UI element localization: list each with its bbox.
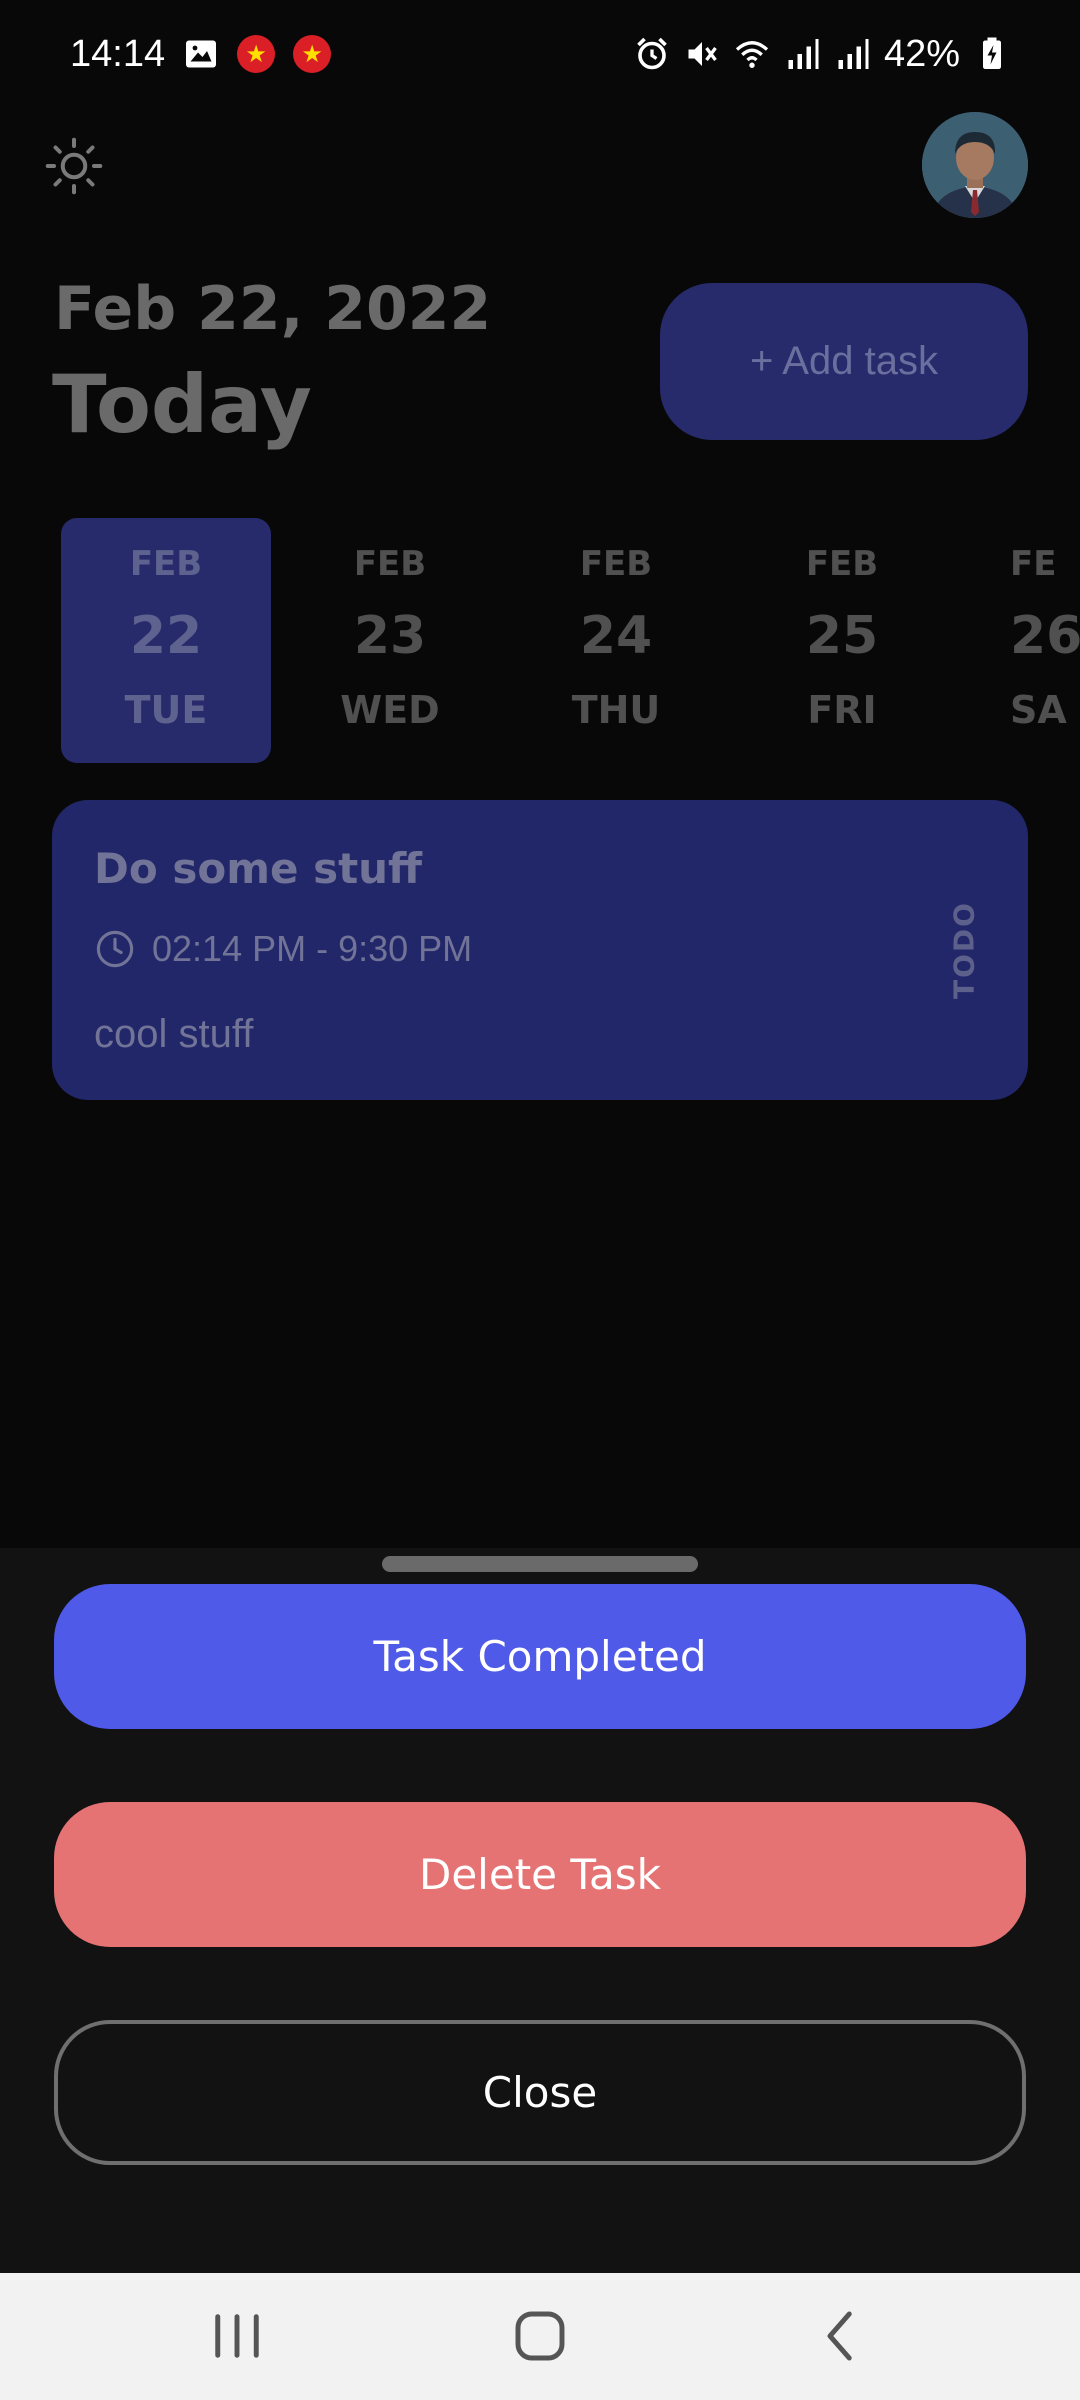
date-weekday: FRI <box>807 688 877 732</box>
back-icon[interactable] <box>806 2303 876 2369</box>
task-actions-sheet: Task Completed Delete Task Close <box>0 1548 1080 2273</box>
task-list-screen: Feb 22, 2022 Today + Add task FEB 22 TUE… <box>0 108 1080 1548</box>
date-cell-partial[interactable]: FE 26 SA <box>1010 518 1080 763</box>
task-status-label: TODO <box>947 901 981 999</box>
clock-icon <box>96 930 134 968</box>
date-month: FEB <box>579 544 653 584</box>
date-day: 26 <box>1010 606 1080 666</box>
date-cell[interactable]: FEB 23 WED <box>285 518 495 763</box>
date-cell[interactable]: FEB 25 FRI <box>737 518 947 763</box>
task-description: cool stuff <box>94 1012 254 1056</box>
date-picker-strip[interactable]: FEB 22 TUE FEB 23 WED FEB 24 THU FEB 25 … <box>0 518 1080 768</box>
mute-icon <box>688 42 717 66</box>
battery-charging-icon <box>983 37 1001 69</box>
task-time-row: 02:14 PM - 9:30 PM <box>94 928 472 970</box>
flag-badge: ★ <box>293 35 332 73</box>
alarm-icon <box>637 37 667 70</box>
add-task-button[interactable]: + Add task <box>660 283 1028 440</box>
sun-icon[interactable] <box>44 136 104 196</box>
date-day: 25 <box>805 606 879 666</box>
date-weekday: THU <box>571 688 661 732</box>
date-weekday: SA <box>1010 688 1067 732</box>
status-bar: 14:14 ★ ★ 42% <box>0 0 1080 108</box>
recent-apps-icon[interactable] <box>202 2303 272 2369</box>
date-day: 22 <box>129 606 203 666</box>
page-title: Today <box>52 358 312 451</box>
task-time: 02:14 PM - 9:30 PM <box>152 928 473 969</box>
image-icon <box>186 40 217 68</box>
avatar[interactable] <box>922 112 1028 218</box>
current-date: Feb 22, 2022 <box>54 274 492 344</box>
date-day: 23 <box>353 606 427 666</box>
sheet-drag-handle[interactable] <box>382 1556 698 1572</box>
signal-icon <box>838 39 869 69</box>
person-avatar-icon <box>922 112 1028 218</box>
wifi-icon <box>735 41 769 68</box>
date-day: 24 <box>579 606 653 666</box>
home-icon[interactable] <box>505 2303 575 2369</box>
date-month: FEB <box>805 544 879 584</box>
task-title: Do some stuff <box>94 844 423 893</box>
date-weekday: TUE <box>124 688 208 732</box>
system-nav-bar <box>0 2273 1080 2400</box>
task-completed-button[interactable]: Task Completed <box>54 1584 1026 1729</box>
date-month: FEB <box>129 544 203 584</box>
date-cell-selected[interactable]: FEB 22 TUE <box>61 518 271 763</box>
date-month: FE <box>1010 544 1057 584</box>
signal-icon <box>788 39 819 69</box>
delete-task-button[interactable]: Delete Task <box>54 1802 1026 1947</box>
flag-badge: ★ <box>237 35 276 73</box>
close-button[interactable]: Close <box>54 2020 1026 2165</box>
status-time: 14:14 <box>70 32 166 75</box>
date-month: FEB <box>353 544 427 584</box>
date-cell[interactable]: FEB 24 THU <box>511 518 721 763</box>
task-card[interactable]: Do some stuff 02:14 PM - 9:30 PM cool st… <box>52 800 1028 1100</box>
date-weekday: WED <box>340 688 440 732</box>
battery-percent: 42% <box>883 32 960 75</box>
